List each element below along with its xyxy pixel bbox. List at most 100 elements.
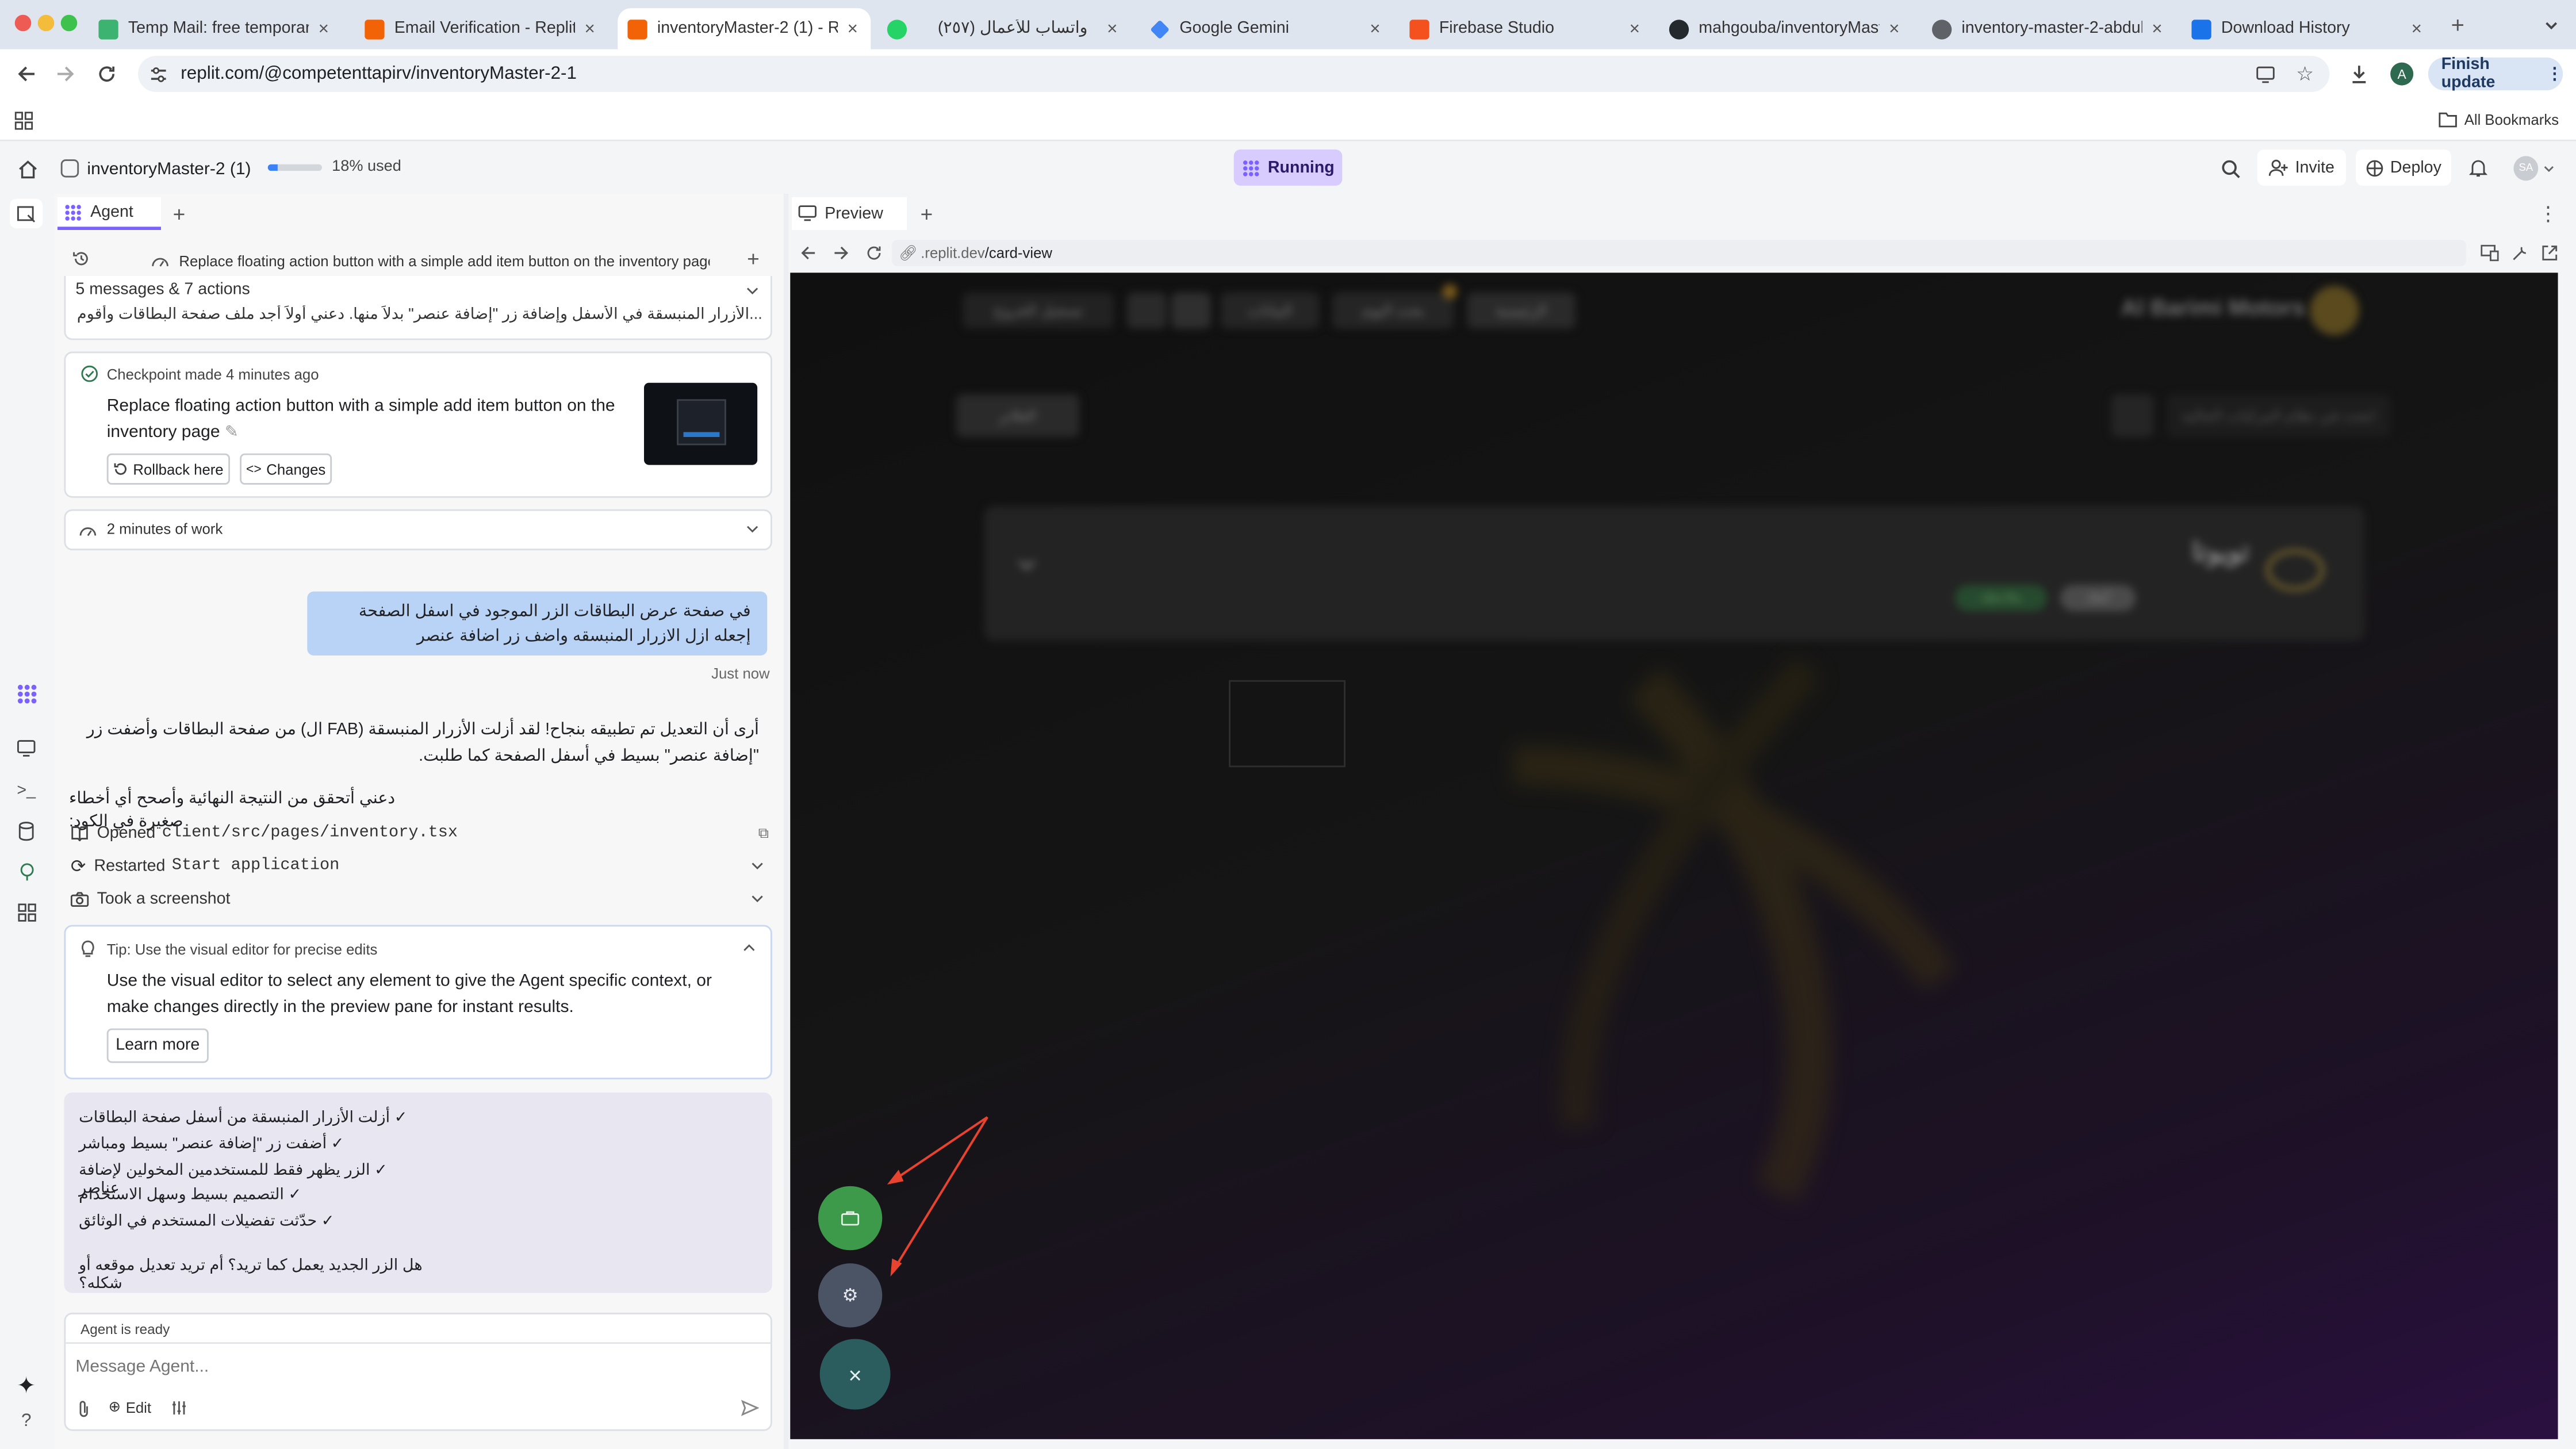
learn-more-button[interactable]: Learn more [106,1028,209,1063]
add-tab-icon[interactable]: + [169,201,189,226]
action-restarted[interactable]: ⟳ Restarted Start application [71,854,769,877]
site-nav-item[interactable]: تسجيل الخروج [963,292,1114,329]
chevron-down-icon[interactable] [742,282,762,299]
tab-agent[interactable]: Agent [57,197,161,230]
close-icon[interactable]: × [845,19,861,39]
site-nav-item[interactable]: بحث اليوم [1332,292,1454,329]
agent-grid-icon[interactable] [12,680,41,707]
home-icon[interactable] [15,156,40,181]
project-name[interactable]: inventoryMaster-2 (1) [60,156,251,181]
browser-tab-active[interactable]: inventoryMaster-2 (1) - Repl × [618,8,871,49]
window-minimize-dot[interactable] [37,14,55,32]
finish-update-button[interactable]: Finish update ⋮ [2428,56,2563,92]
site-nav-item[interactable]: الرئيسية [1467,292,1575,329]
bell-icon[interactable] [2466,156,2489,179]
checkpoint-thumbnail[interactable] [644,382,758,465]
avatar[interactable]: SA [2513,156,2539,181]
more-vert-icon[interactable]: ⋮ [2547,65,2563,83]
site-view-toggle[interactable] [2111,394,2154,437]
site-nav-icon-button[interactable] [1171,292,1211,329]
browser-tab[interactable]: Download History × [2182,8,2435,49]
help-icon[interactable]: ? [13,1408,40,1435]
edit-mode-button[interactable]: ⊕ Edit [109,1398,151,1416]
paperclip-icon[interactable] [74,1398,94,1417]
all-bookmarks-button[interactable]: All Bookmarks [2438,109,2559,132]
site-info-icon[interactable] [148,64,167,83]
install-app-icon[interactable] [2254,63,2277,86]
pane-resize-handle[interactable] [783,194,789,1449]
new-tab-button[interactable]: + [2444,12,2471,38]
close-icon[interactable]: × [316,19,332,39]
add-tab-icon[interactable]: + [917,201,936,226]
browser-tab[interactable]: Firebase Studio × [1400,8,1653,49]
invite-button[interactable]: Invite [2257,150,2346,186]
browser-tab[interactable]: Temp Mail: free temporary a × [89,8,342,49]
close-icon[interactable]: × [1627,19,1643,39]
tools-grid-icon[interactable] [13,900,40,923]
bookmark-star-icon[interactable]: ☆ [2294,63,2317,86]
browser-tab[interactable]: واتساب للأعمال (٢٥٧) × [877,8,1130,49]
rollback-button[interactable]: Rollback here [106,453,230,485]
thread-title[interactable]: Replace floating action button with a si… [151,250,710,271]
close-icon[interactable]: × [2149,19,2165,39]
downloads-icon[interactable] [2346,61,2372,87]
deploy-button[interactable]: Deploy [2356,150,2451,186]
chevron-down-icon[interactable] [742,521,762,538]
site-filter-button[interactable]: الفلاتر [956,394,1080,437]
close-icon[interactable]: × [581,19,598,39]
back-arrow-icon[interactable] [13,61,40,87]
address-bar[interactable]: replit.com/@competenttapirv/inventoryMas… [138,56,2330,92]
preview-back-icon[interactable] [797,241,818,263]
devices-icon[interactable] [2479,241,2500,263]
changes-button[interactable]: <> Changes [240,453,332,485]
tab-preview[interactable]: Preview [792,197,907,230]
file-tree-icon[interactable] [10,198,43,229]
send-icon[interactable] [739,1397,761,1418]
sparkle-icon[interactable]: ✦ [13,1371,40,1398]
settings-sliders-icon[interactable] [169,1398,189,1417]
close-icon[interactable]: × [1886,19,1903,39]
preview-forward-icon[interactable] [830,241,851,263]
deployments-icon[interactable] [13,861,40,884]
action-screenshot[interactable]: Took a screenshot [70,887,769,910]
chevron-down-icon[interactable] [2542,159,2555,176]
chevron-down-icon[interactable] [751,894,764,903]
preview-reload-icon[interactable] [862,241,884,263]
search-icon[interactable] [2218,156,2242,181]
database-icon[interactable] [13,820,40,843]
site-search-input[interactable]: ابحث في نظام المركبات الحالية [2167,394,2391,437]
fab-settings-button[interactable]: ⚙ [818,1263,883,1328]
tab-search-chevron-icon[interactable] [2540,13,2563,36]
more-vert-icon[interactable]: ⋮ [2538,202,2558,225]
inventory-group-card[interactable]: تويوتا أبعاد ملاحظة [984,506,2364,641]
fab-add-button[interactable] [818,1186,883,1251]
action-opened-file[interactable]: Opened client/src/pages/inventory.tsx ⧉ [71,822,769,845]
fab-close-button[interactable]: × [819,1339,891,1410]
chevron-down-icon[interactable] [751,861,764,871]
chevron-down-icon[interactable] [1017,558,1040,581]
window-close-dot[interactable] [14,14,32,32]
browser-tab[interactable]: inventory-master-2-abdullah × [1922,8,2175,49]
webview-icon[interactable] [13,736,40,759]
preview-viewport[interactable]: Al Barimi Motors الرئيسية بحث اليوم البي… [790,273,2558,1439]
chevron-up-icon[interactable] [739,940,759,956]
profile-avatar[interactable]: A [2390,62,2414,86]
run-status-button[interactable]: Running [1233,150,1343,186]
new-thread-icon[interactable]: + [742,247,764,271]
devtools-wrench-icon[interactable] [2509,241,2530,263]
browser-tab[interactable]: Google Gemini × [1140,8,1393,49]
browser-tab[interactable]: mahgouba/inventoryMaster × [1659,8,1912,49]
edit-pencil-icon[interactable]: ✎ [225,424,239,442]
reload-icon[interactable] [94,61,120,87]
preview-url-bar[interactable]: 🔗︎ .replit.dev/card-view [892,240,2466,266]
close-icon[interactable]: × [1367,19,1383,39]
forward-arrow-icon[interactable] [52,61,79,87]
apps-grid-icon[interactable] [12,109,34,132]
message-agent-input[interactable] [75,1354,749,1380]
close-icon[interactable]: × [1104,19,1121,39]
site-nav-icon-button[interactable] [1127,292,1167,329]
site-nav-item[interactable]: البيانات [1220,292,1320,329]
close-icon[interactable]: × [2409,19,2425,39]
open-new-window-icon[interactable] [2538,241,2559,263]
history-icon[interactable] [71,248,92,269]
